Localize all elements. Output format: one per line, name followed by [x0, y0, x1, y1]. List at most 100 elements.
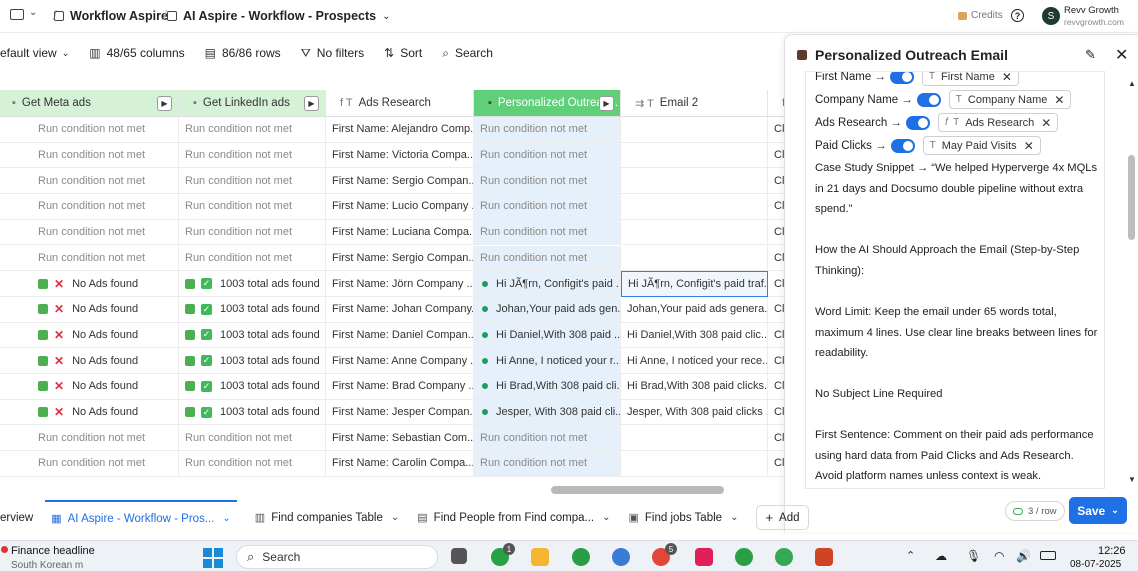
table-cell[interactable]: Cli	[768, 425, 785, 452]
table-cell[interactable]: First Name: Victoria Compa...	[326, 142, 474, 169]
table-cell[interactable]: Cli	[768, 323, 785, 349]
table-cell[interactable]: Hi Anne, I noticed your r...	[474, 348, 621, 374]
table-cell[interactable]: Cli	[768, 143, 785, 169]
chevron-up-icon[interactable]: ⌃	[906, 549, 915, 562]
table-cell[interactable]: Run condition not met	[474, 168, 621, 195]
table-cell[interactable]: Run condition not met	[0, 245, 179, 272]
help-icon[interactable]: ?	[1011, 9, 1024, 22]
close-icon[interactable]: ✕	[1115, 45, 1128, 65]
table-cell[interactable]: First Name: Daniel Compan...	[326, 322, 474, 349]
column-header[interactable]: ▪ Personalized Outreac... ▶	[474, 90, 621, 117]
table-cell[interactable]: Cli	[768, 246, 785, 272]
start-button[interactable]	[203, 548, 223, 568]
table-cell[interactable]: First Name: Jesper Compan...	[326, 399, 474, 426]
table-cell[interactable]	[621, 425, 768, 452]
table-cell[interactable]: ✕ No Ads found	[0, 296, 179, 323]
table-cell[interactable]: ✕ No Ads found	[0, 399, 179, 426]
table-cell[interactable]: Cli	[768, 168, 785, 195]
add-tab-button[interactable]: + Add	[756, 505, 809, 530]
table-cell[interactable]: Run condition not met	[179, 168, 326, 195]
table-cell[interactable]: Run condition not met	[179, 245, 326, 272]
table-cell[interactable]: ✓ 1003 total ads found	[179, 322, 326, 349]
table-cell[interactable]: Hi Brad,With 308 paid cli...	[474, 374, 621, 400]
table-cell[interactable]: Run condition not met	[179, 142, 326, 169]
tab-overview[interactable]: erview	[0, 512, 33, 524]
table-cell[interactable]: First Name: Sebastian Com...	[326, 425, 474, 452]
remove-icon[interactable]: ✕	[1054, 93, 1064, 107]
table-cell[interactable]	[621, 142, 768, 169]
folder-icon[interactable]	[10, 9, 24, 20]
table-cell[interactable]: Run condition not met	[474, 142, 621, 169]
variable-chip[interactable]: T Company Name ✕	[948, 90, 1072, 109]
table-cell[interactable]: Cli	[768, 374, 785, 400]
chrome-icon[interactable]	[775, 548, 793, 566]
table-cell[interactable]: Jesper, With 308 paid clicks ...	[621, 399, 768, 426]
remove-icon[interactable]: ✕	[1002, 72, 1012, 84]
tab-find-jobs[interactable]: ▣ Find jobs Table ⌄	[629, 511, 739, 525]
table-cell[interactable]: Run condition not met	[474, 245, 621, 272]
table-cell[interactable]: Run condition not met	[179, 194, 326, 220]
chrome-icon[interactable]	[612, 548, 630, 566]
table-cell[interactable]: Johan,Your paid ads gen...	[474, 296, 621, 323]
table-cell[interactable]: Run condition not met	[0, 451, 179, 477]
remove-icon[interactable]: ✕	[1024, 139, 1034, 153]
column-header[interactable]: ▪ Get Meta ads ▶	[0, 90, 179, 117]
table-cell[interactable]: Cli	[768, 220, 785, 246]
mapping-toggle[interactable]	[916, 92, 941, 107]
table-cell[interactable]: Cli	[768, 117, 785, 143]
table-cell[interactable]: Jesper, With 308 paid cli...	[474, 399, 621, 426]
battery-icon[interactable]	[1040, 551, 1056, 560]
clock-date[interactable]: 08-07-2025	[1070, 559, 1121, 570]
table-cell[interactable]: First Name: Jörn Company ...	[326, 271, 474, 297]
scroll-down-icon[interactable]: ▼	[1128, 475, 1136, 484]
powerpoint-icon[interactable]	[815, 548, 833, 566]
filters-button[interactable]: ⛛ No filters	[301, 46, 364, 61]
table-cell[interactable]: Run condition not met	[474, 194, 621, 220]
slack-icon[interactable]	[695, 548, 713, 566]
table-cell[interactable]: Cli	[768, 194, 785, 220]
chrome-icon[interactable]	[735, 548, 753, 566]
table-cell[interactable]: Cli	[768, 348, 785, 374]
table-cell[interactable]: Run condition not met	[0, 194, 179, 220]
table-cell[interactable]: Hi JÃ¶rn, Configit's paid ...	[474, 271, 621, 297]
table-cell[interactable]: Hi Daniel,With 308 paid clic...	[621, 322, 768, 349]
table-cell[interactable]: Johan,Your paid ads genera...	[621, 296, 768, 323]
table-cell[interactable]	[621, 117, 768, 143]
wifi-icon[interactable]: ◠	[994, 549, 1004, 563]
taskbar-search[interactable]: ⌕ Search	[236, 545, 438, 569]
table-cell[interactable]: ✕ No Ads found	[0, 322, 179, 349]
table-cell[interactable]: ✕ No Ads found	[0, 271, 179, 297]
view-selector[interactable]: efault view ⌄	[0, 46, 69, 60]
search-button[interactable]: ⌕ Search	[442, 46, 493, 61]
table-cell[interactable]: Run condition not met	[0, 142, 179, 169]
column-header[interactable]: ▪ Get LinkedIn ads ▶	[179, 90, 326, 117]
table-cell[interactable]: First Name: Johan Company...	[326, 296, 474, 323]
table-cell[interactable]: Run condition not met	[179, 219, 326, 246]
tab-ai-aspire[interactable]: ▦ AI Aspire - Workflow - Pros... ⌄	[45, 500, 237, 535]
credits-button[interactable]: Credits	[958, 10, 1003, 21]
table-cell[interactable]: Cli	[768, 297, 785, 323]
table-cell[interactable]: Run condition not met	[0, 219, 179, 246]
table-cell[interactable]: Cli	[768, 400, 785, 426]
variable-chip[interactable]: T First Name ✕	[921, 72, 1019, 86]
breadcrumb-page[interactable]: AI Aspire - Workflow - Prospects ⌄	[167, 9, 390, 23]
table-cell[interactable]: Run condition not met	[179, 451, 326, 477]
sort-button[interactable]: ⇅ Sort	[384, 46, 422, 60]
mapping-toggle[interactable]	[889, 72, 914, 84]
table-cell[interactable]	[621, 245, 768, 272]
table-cell[interactable]: Hi Anne, I noticed your rece...	[621, 348, 768, 374]
table-cell[interactable]: ✓ 1003 total ads found	[179, 348, 326, 374]
columns-button[interactable]: ▥ 48/65 columns	[89, 46, 184, 60]
file-explorer-icon[interactable]	[531, 548, 549, 566]
column-header[interactable]: ⇉ T Email 2	[621, 90, 768, 117]
chevron-down-icon[interactable]: ⌄	[29, 7, 37, 18]
microphone-icon[interactable]: 🎙	[966, 549, 981, 563]
tab-find-companies[interactable]: ▥ Find companies Table ⌄	[255, 511, 399, 525]
tab-find-people[interactable]: ▤ Find People from Find compa... ⌄	[417, 511, 610, 525]
table-cell[interactable]	[621, 168, 768, 195]
news-title[interactable]: Finance headline	[11, 545, 95, 557]
table-cell[interactable]: First Name: Alejandro Comp...	[326, 117, 474, 143]
table-cell[interactable]: Cli	[768, 271, 785, 297]
column-header[interactable]: f T Ads Research	[326, 90, 474, 117]
clock-time[interactable]: 12:26	[1098, 545, 1126, 557]
